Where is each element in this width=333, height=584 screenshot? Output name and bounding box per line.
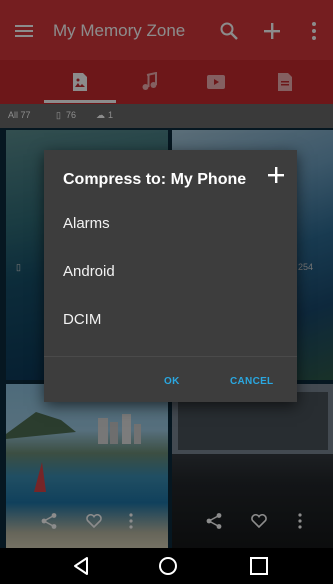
back-icon[interactable] [70, 555, 92, 577]
dialog-divider [44, 356, 297, 357]
dialog-title: Compress to: My Phone [63, 171, 247, 188]
compress-dialog: Compress to: My Phone Alarms Android DCI… [44, 150, 297, 402]
home-icon[interactable] [157, 555, 179, 577]
recents-icon[interactable] [248, 555, 270, 577]
add-folder-icon[interactable] [265, 164, 287, 186]
folder-item-dcim[interactable]: DCIM [63, 310, 101, 330]
system-nav-bar [0, 548, 333, 584]
ok-button[interactable]: OK [164, 376, 180, 387]
folder-item-android[interactable]: Android [63, 262, 115, 282]
cancel-button[interactable]: CANCEL [230, 376, 273, 387]
folder-item-alarms[interactable]: Alarms [63, 214, 110, 234]
